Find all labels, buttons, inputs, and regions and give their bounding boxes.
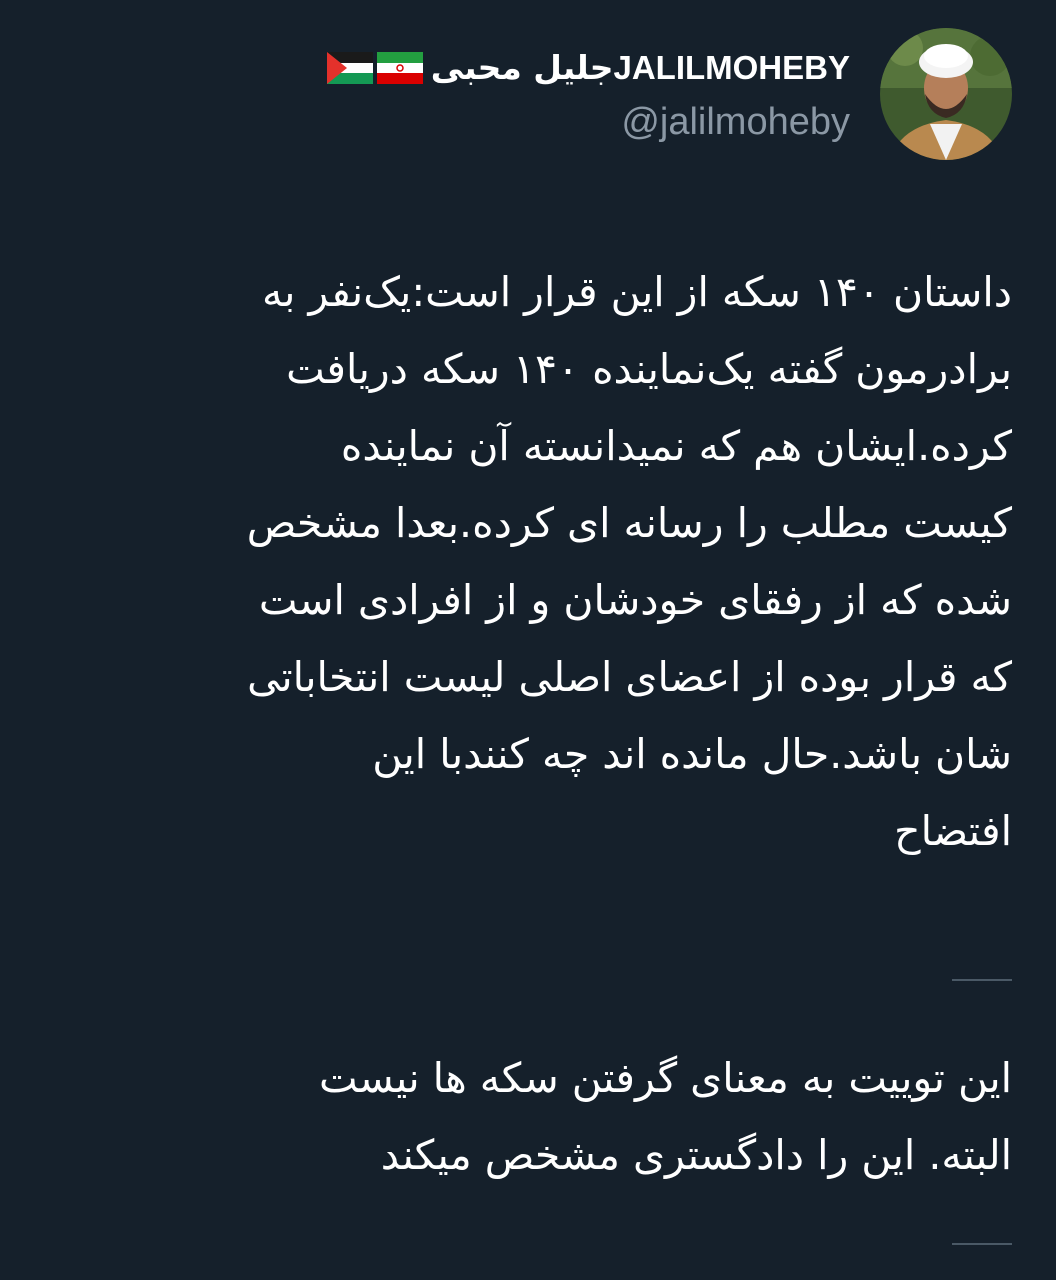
tweet-line: کرده.ایشان هم که نمیدانسته آن نماینده xyxy=(340,422,1012,470)
display-name-line[interactable]: جلیل محبیJALILMOHEBY xyxy=(326,46,850,90)
avatar[interactable] xyxy=(880,28,1012,160)
flags xyxy=(326,52,423,84)
tweet-line: که قرار بوده از اعضای اصلی لیست انتخابات… xyxy=(247,653,1012,701)
tweet-line: کیست مطلب را رسانه ای کرده.بعدا مشخص xyxy=(246,499,1012,547)
tweet-line: برادرمون گفته یک‌نماینده ۱۴۰ سکه دریافت xyxy=(286,345,1012,393)
author-handle[interactable]: @jalilmoheby xyxy=(621,100,850,144)
tweet-body: داستان ۱۴۰ سکه از این قرار است:یک‌نفر به… xyxy=(52,254,1012,870)
divider xyxy=(952,979,1012,981)
note-line: این توییت به معنای گرفتن سکه ها نیست xyxy=(319,1054,1012,1102)
iran-flag-icon xyxy=(376,52,423,84)
display-name-en: JALILMOHEBY xyxy=(613,49,850,86)
display-name[interactable]: جلیل محبیJALILMOHEBY xyxy=(431,46,850,90)
tweet-header: جلیل محبیJALILMOHEBY @jalilmoheby xyxy=(326,28,1012,160)
tweet-line: شده که از رفقای خودشان و از افرادی است xyxy=(258,576,1012,624)
tweet-note: این توییت به معنای گرفتن سکه ها نیست الب… xyxy=(52,1040,1012,1194)
display-name-fa: جلیل محبی xyxy=(430,48,614,87)
palestine-flag-icon xyxy=(326,52,373,84)
author-names: جلیل محبیJALILMOHEBY @jalilmoheby xyxy=(326,28,850,144)
tweet-line: افتضاح xyxy=(894,807,1012,855)
tweet-line: داستان ۱۴۰ سکه از این قرار است:یک‌نفر به xyxy=(262,268,1012,316)
profile-photo-icon xyxy=(880,28,1012,160)
tweet-line: شان باشد.حال مانده اند چه کنندبا این xyxy=(372,730,1012,778)
divider xyxy=(952,1243,1012,1245)
note-line: البته. این را دادگستری مشخص میکند xyxy=(380,1131,1012,1179)
